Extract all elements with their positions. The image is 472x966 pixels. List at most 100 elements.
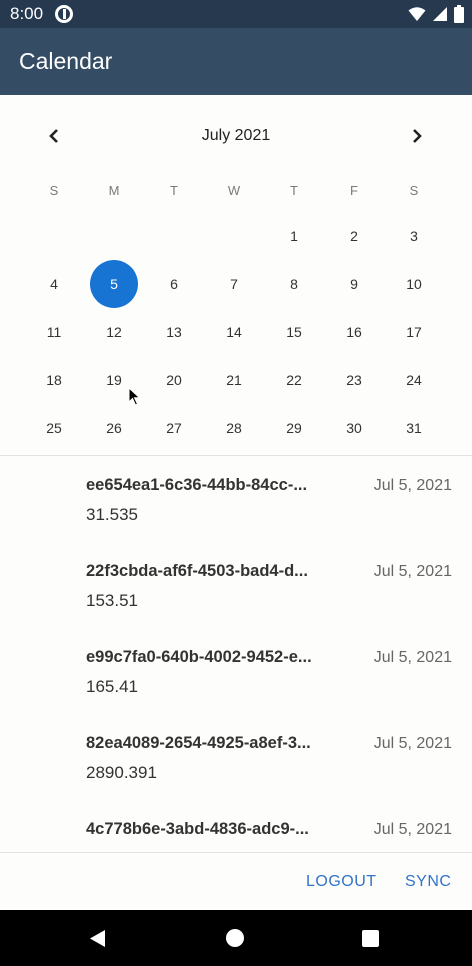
chevron-right-icon <box>413 129 422 143</box>
calendar-week-row: 25 26 27 28 29 30 31 <box>24 404 444 452</box>
calendar-day-label: 31 <box>406 420 422 436</box>
recents-square-icon[interactable] <box>362 930 379 947</box>
calendar-day-label: 28 <box>226 420 242 436</box>
entry-amount: 153.51 <box>86 591 138 610</box>
calendar-day[interactable]: 10 <box>384 260 444 308</box>
entry-date: Jul 5, 2021 <box>373 821 452 838</box>
list-item[interactable]: e99c7fa0-640b-4002-9452-e... Jul 5, 2021 1… <box>0 628 472 714</box>
list-item[interactable]: ee654ea1-6c36-44bb-84cc-... Jul 5, 2021 31… <box>0 456 472 542</box>
calendar-day-label: 1 <box>290 228 298 244</box>
weekday-label: S <box>409 183 419 198</box>
entry-id: 82ea4089-2654-4925-a8ef-3... <box>86 734 311 752</box>
system-navigation-bar <box>0 910 472 966</box>
calendar-day-label: 21 <box>226 372 242 388</box>
calendar-day[interactable]: 23 <box>324 356 384 404</box>
calendar-day-label: 29 <box>286 420 302 436</box>
entry-id: 22f3cbda-af6f-4503-bad4-d... <box>86 562 308 580</box>
calendar-empty-cell <box>84 212 144 260</box>
entry-date: Jul 5, 2021 <box>373 735 452 752</box>
entry-amount: 31.535 <box>86 505 138 524</box>
weekday-label: F <box>350 183 358 198</box>
list-item[interactable]: 22f3cbda-af6f-4503-bad4-d... Jul 5, 2021 1… <box>0 542 472 628</box>
calendar-day-label: 4 <box>50 276 58 292</box>
calendar-week-row: 1 2 3 <box>24 212 444 260</box>
entry-list: ee654ea1-6c36-44bb-84cc-... Jul 5, 2021 31… <box>0 456 472 852</box>
calendar-day[interactable]: 16 <box>324 308 384 356</box>
entry-id: ee654ea1-6c36-44bb-84cc-... <box>86 476 308 494</box>
weekday-label: T <box>170 183 178 198</box>
calendar-day[interactable]: 26 <box>84 404 144 452</box>
weekday-label: W <box>227 183 241 198</box>
calendar-day[interactable]: 21 <box>204 356 264 404</box>
calendar-day-label: 20 <box>166 372 182 388</box>
calendar-empty-cell <box>204 212 264 260</box>
mouse-pointer-icon <box>128 387 141 406</box>
calendar-day[interactable]: 4 <box>24 260 84 308</box>
calendar-day[interactable]: 12 <box>84 308 144 356</box>
calendar-day-label: 10 <box>406 276 422 292</box>
calendar-day-label: 3 <box>410 228 418 244</box>
wifi-icon <box>408 7 426 21</box>
calendar-day[interactable]: 27 <box>144 404 204 452</box>
entry-id: 4c778b6e-3abd-4836-adc9-... <box>86 820 309 838</box>
status-time: 8:00 <box>10 4 44 23</box>
sync-button[interactable]: SYNC <box>405 873 451 891</box>
calendar-day-label: 17 <box>406 324 422 340</box>
calendar-day-label: 9 <box>350 276 358 292</box>
calendar-day[interactable]: 18 <box>24 356 84 404</box>
calendar-day-label: 12 <box>106 324 122 340</box>
entry-date: Jul 5, 2021 <box>373 649 452 666</box>
calendar-day[interactable]: 8 <box>264 260 324 308</box>
calendar-day[interactable]: 24 <box>384 356 444 404</box>
app-bar: Calendar <box>0 28 472 95</box>
calendar-day[interactable]: 20 <box>144 356 204 404</box>
calendar-day-label: 26 <box>106 420 122 436</box>
status-bar: 8:00 <box>0 0 472 28</box>
home-circle-icon[interactable] <box>226 929 244 947</box>
calendar-week-row: 4 5 6 7 8 9 10 <box>24 260 444 308</box>
calendar-day[interactable]: 9 <box>324 260 384 308</box>
calendar-day[interactable]: 7 <box>204 260 264 308</box>
calendar-day-label: 15 <box>286 324 302 340</box>
calendar-day[interactable]: 2 <box>324 212 384 260</box>
calendar-day[interactable]: 17 <box>384 308 444 356</box>
calendar-day[interactable]: 22 <box>264 356 324 404</box>
next-month-button[interactable] <box>400 119 434 153</box>
entry-amount: 165.41 <box>86 677 138 696</box>
entry-amount: 2890.391 <box>86 763 157 782</box>
logout-button[interactable]: LOGOUT <box>306 873 377 891</box>
calendar-day[interactable]: 1 <box>264 212 324 260</box>
calendar-day[interactable]: 14 <box>204 308 264 356</box>
calendar-day-label: 2 <box>350 228 358 244</box>
signal-icon <box>433 7 447 21</box>
calendar-day[interactable]: 25 <box>24 404 84 452</box>
calendar-day-label: 7 <box>230 276 238 292</box>
calendar-day-label: 25 <box>46 420 62 436</box>
calendar-day[interactable]: 3 <box>384 212 444 260</box>
calendar-day-label: 30 <box>346 420 362 436</box>
back-triangle-icon[interactable] <box>89 929 107 948</box>
calendar-day[interactable]: 15 <box>264 308 324 356</box>
calendar-day[interactable]: 28 <box>204 404 264 452</box>
calendar-empty-cell <box>144 212 204 260</box>
calendar-day[interactable]: 30 <box>324 404 384 452</box>
calendar-day-label: 13 <box>166 324 182 340</box>
calendar-day[interactable]: 31 <box>384 404 444 452</box>
calendar-day[interactable]: 11 <box>24 308 84 356</box>
list-item[interactable]: 82ea4089-2654-4925-a8ef-3... Jul 5, 2021 2… <box>0 714 472 800</box>
calendar-day[interactable]: 29 <box>264 404 324 452</box>
page-title: Calendar <box>19 48 113 74</box>
battery-icon <box>454 5 464 23</box>
main-content: July 2021 S M T W T F S 1 2 3 4 5 6 7 8 9 10 11 12 1… <box>0 95 472 910</box>
calendar-day-label: 11 <box>46 324 62 340</box>
calendar-day-label: 6 <box>170 276 178 292</box>
list-item[interactable]: 4c778b6e-3abd-4836-adc9-... Jul 5, 2021 <box>0 800 472 852</box>
calendar-day[interactable]: 13 <box>144 308 204 356</box>
calendar-day-label: 23 <box>346 372 362 388</box>
calendar-day-selected[interactable]: 5 <box>84 260 144 308</box>
calendar-day-label: 27 <box>166 420 182 436</box>
weekday-header: S M T W T F S <box>24 183 444 198</box>
calendar-day-label: 19 <box>106 372 122 388</box>
calendar-day-label: 5 <box>110 276 118 292</box>
calendar-day[interactable]: 6 <box>144 260 204 308</box>
